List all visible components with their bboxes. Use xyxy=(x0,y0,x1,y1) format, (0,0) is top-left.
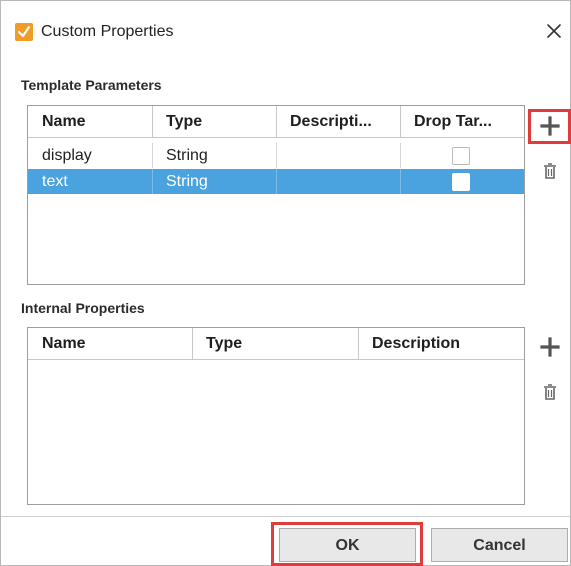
column-header-type[interactable]: Type xyxy=(166,106,276,137)
column-header-description[interactable]: Description xyxy=(372,328,512,359)
internal-properties-label: Internal Properties xyxy=(21,300,145,316)
cell-name: display xyxy=(42,147,92,164)
column-header-type[interactable]: Type xyxy=(206,328,356,359)
template-parameters-label: Template Parameters xyxy=(21,77,162,93)
dialog-title: Custom Properties xyxy=(41,23,174,40)
table-row[interactable]: display String xyxy=(28,143,524,168)
column-header-drop-target[interactable]: Drop Tar... xyxy=(414,106,520,137)
cell-divider xyxy=(152,143,153,168)
internal-properties-table[interactable]: Name Type Description xyxy=(27,327,525,505)
drop-target-checkbox[interactable] xyxy=(452,173,470,191)
cancel-button[interactable]: Cancel xyxy=(431,528,568,562)
cell-divider xyxy=(400,169,401,194)
column-divider[interactable] xyxy=(400,106,401,137)
column-divider[interactable] xyxy=(276,106,277,137)
column-header-name[interactable]: Name xyxy=(42,328,190,359)
template-parameters-table[interactable]: Name Type Descripti... Drop Tar... displ… xyxy=(27,105,525,285)
checkmark-app-icon xyxy=(15,23,33,41)
cell-description xyxy=(290,169,398,194)
column-header-description[interactable]: Descripti... xyxy=(290,106,398,137)
cell-name: text xyxy=(42,173,68,190)
title-bar: Custom Properties xyxy=(1,1,570,61)
drop-target-checkbox[interactable] xyxy=(452,147,470,165)
column-divider[interactable] xyxy=(152,106,153,137)
column-divider[interactable] xyxy=(192,328,193,359)
close-icon[interactable] xyxy=(541,18,567,44)
plus-icon[interactable] xyxy=(537,334,563,360)
cell-description xyxy=(290,143,398,168)
cell-divider xyxy=(276,169,277,194)
cell-type: String xyxy=(166,173,208,190)
custom-properties-dialog: Custom Properties Template Parameters Na… xyxy=(0,0,571,566)
column-divider[interactable] xyxy=(358,328,359,359)
cell-type: String xyxy=(166,147,208,164)
column-header-name[interactable]: Name xyxy=(42,106,152,137)
cell-divider xyxy=(400,143,401,168)
cell-divider xyxy=(152,169,153,194)
trash-icon[interactable] xyxy=(537,158,563,184)
table-row-selected[interactable]: text String xyxy=(28,169,524,194)
ok-button-highlight xyxy=(271,522,423,566)
plus-icon[interactable] xyxy=(537,113,563,139)
cell-divider xyxy=(276,143,277,168)
header-underline xyxy=(28,359,524,360)
trash-icon[interactable] xyxy=(537,379,563,405)
footer-divider xyxy=(1,516,570,517)
header-underline xyxy=(28,137,524,138)
